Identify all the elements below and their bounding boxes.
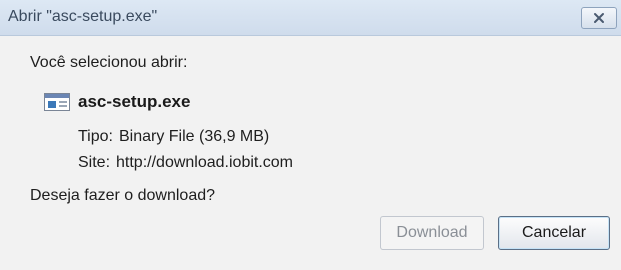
prompt-text: Você selecionou abrir: [30, 54, 188, 71]
file-site-value: http://download.iobit.com [116, 154, 294, 171]
file-name: asc-setup.exe [78, 92, 191, 111]
download-question: Deseja fazer o download? [30, 187, 216, 204]
download-button[interactable]: Download [380, 216, 484, 250]
title-bar: Abrir "asc-setup.exe" [0, 0, 621, 36]
open-file-dialog: Abrir "asc-setup.exe" Você selecionou ab… [0, 0, 621, 270]
close-icon [594, 13, 604, 23]
dialog-body: Você selecionou abrir: asc-setup.exe Tip… [0, 36, 621, 270]
file-type-label: Tipo: [78, 128, 113, 145]
file-info-row: asc-setup.exe [44, 92, 190, 112]
file-type-row: Tipo: Binary File (36,9 MB) [78, 128, 269, 146]
file-site-row: Site: http://download.iobit.com [78, 154, 293, 172]
cancel-button[interactable]: Cancelar [498, 216, 610, 250]
file-site-label: Site: [78, 154, 111, 171]
close-button[interactable] [581, 7, 617, 29]
window-title: Abrir "asc-setup.exe" [8, 8, 158, 25]
executable-file-icon [44, 93, 70, 111]
file-type-value: Binary File (36,9 MB) [118, 128, 270, 145]
